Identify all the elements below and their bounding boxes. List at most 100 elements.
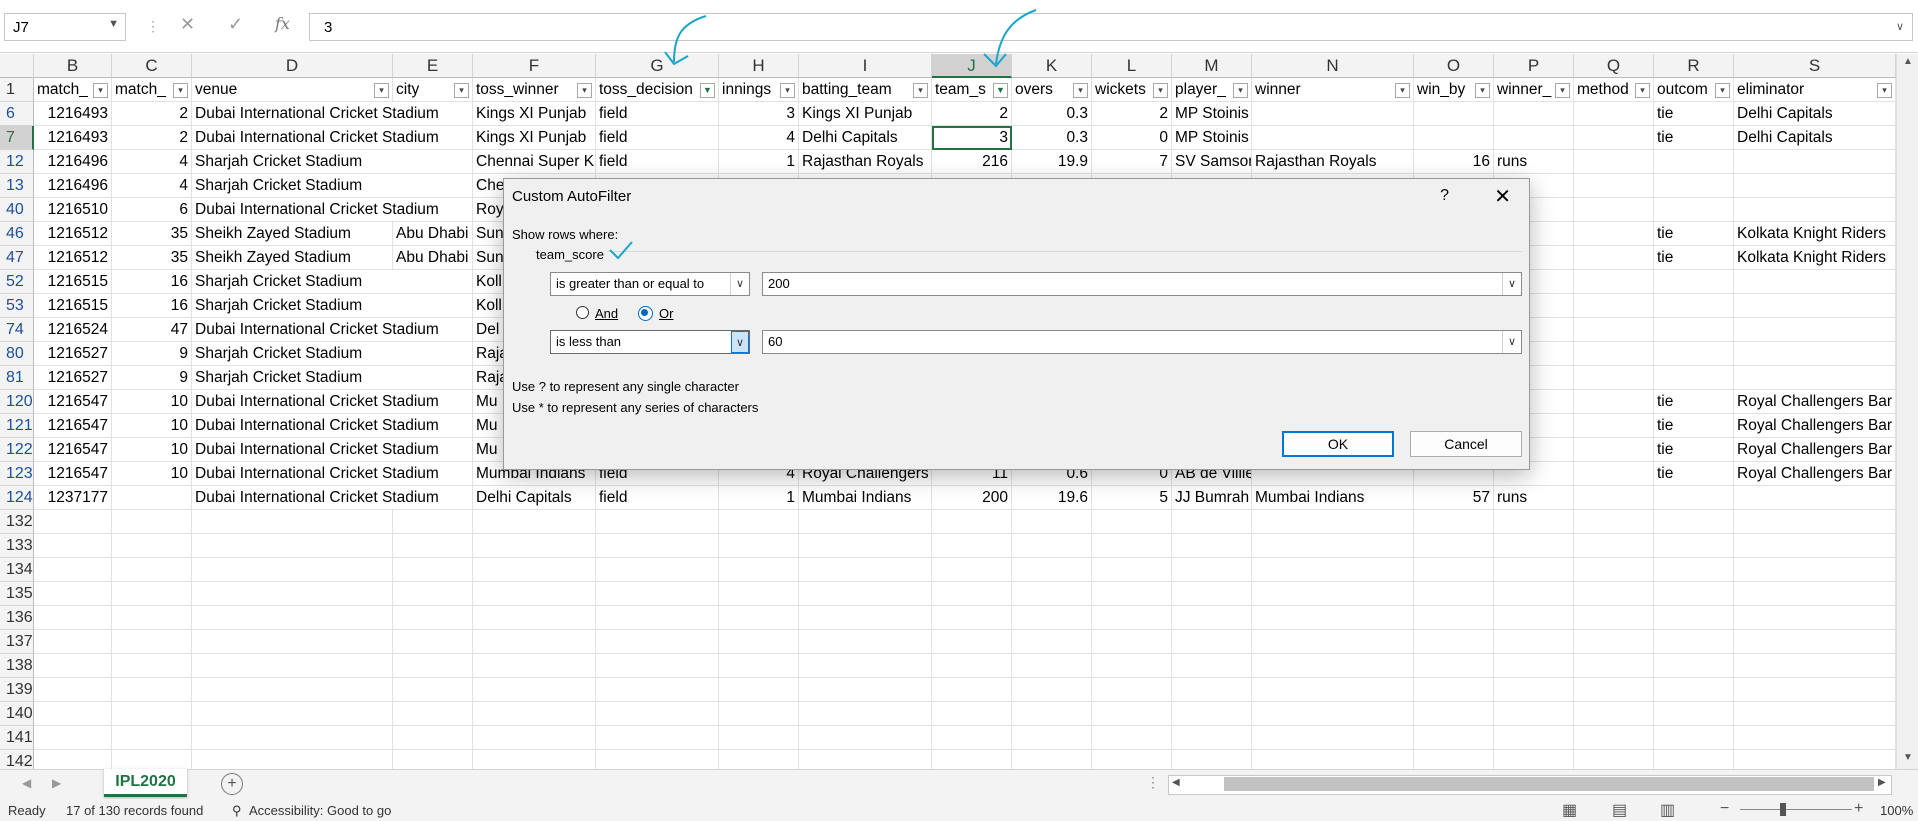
prev-sheet-icon[interactable]: ◀ bbox=[22, 776, 31, 790]
cell-l140[interactable] bbox=[1092, 702, 1172, 726]
cell-j141[interactable] bbox=[932, 726, 1012, 750]
column-header-r[interactable]: R bbox=[1654, 54, 1734, 78]
cell-q135[interactable] bbox=[1574, 582, 1654, 606]
cell-c13[interactable]: 4 bbox=[112, 174, 192, 198]
header-cell-h[interactable]: innings ▾ bbox=[719, 78, 799, 102]
row-header-122[interactable]: 122 bbox=[0, 438, 34, 462]
cell-r141[interactable] bbox=[1654, 726, 1734, 750]
cell-p124[interactable]: runs bbox=[1494, 486, 1574, 510]
cell-g135[interactable] bbox=[596, 582, 719, 606]
cell-r134[interactable] bbox=[1654, 558, 1734, 582]
ok-button[interactable]: OK bbox=[1282, 431, 1394, 457]
row-header-133[interactable]: 133 bbox=[0, 534, 34, 558]
cell-k138[interactable] bbox=[1012, 654, 1092, 678]
cell-d135[interactable] bbox=[192, 582, 393, 606]
cell-c81[interactable]: 9 bbox=[112, 366, 192, 390]
cell-d7[interactable]: Dubai International Cricket Stadium bbox=[192, 126, 473, 150]
cell-n141[interactable] bbox=[1252, 726, 1414, 750]
cell-r12[interactable] bbox=[1654, 150, 1734, 174]
cell-r138[interactable] bbox=[1654, 654, 1734, 678]
help-icon[interactable]: ? bbox=[1440, 187, 1449, 205]
cell-s53[interactable] bbox=[1734, 294, 1896, 318]
cell-l132[interactable] bbox=[1092, 510, 1172, 534]
cell-s124[interactable] bbox=[1734, 486, 1896, 510]
cell-q132[interactable] bbox=[1574, 510, 1654, 534]
column-header-m[interactable]: M bbox=[1172, 54, 1252, 78]
row-header-139[interactable]: 139 bbox=[0, 678, 34, 702]
cell-g138[interactable] bbox=[596, 654, 719, 678]
filter-dropdown-icon[interactable]: ▾ bbox=[1555, 83, 1570, 98]
cell-c122[interactable]: 10 bbox=[112, 438, 192, 462]
cell-g139[interactable] bbox=[596, 678, 719, 702]
cell-q6[interactable] bbox=[1574, 102, 1654, 126]
cell-d47[interactable]: Sheikh Zayed Stadium bbox=[192, 246, 393, 270]
cell-b132[interactable] bbox=[34, 510, 112, 534]
cell-i7[interactable]: Delhi Capitals bbox=[799, 126, 932, 150]
cell-b140[interactable] bbox=[34, 702, 112, 726]
cell-h124[interactable]: 1 bbox=[719, 486, 799, 510]
cell-b139[interactable] bbox=[34, 678, 112, 702]
header-cell-j[interactable]: team_s ▼ bbox=[932, 78, 1012, 102]
cell-c139[interactable] bbox=[112, 678, 192, 702]
cell-c124[interactable] bbox=[112, 486, 192, 510]
zoom-out-icon[interactable]: − bbox=[1720, 800, 1729, 818]
cell-b74[interactable]: 1216524 bbox=[34, 318, 112, 342]
cell-m135[interactable] bbox=[1172, 582, 1252, 606]
cell-j138[interactable] bbox=[932, 654, 1012, 678]
cell-b52[interactable]: 1216515 bbox=[34, 270, 112, 294]
cell-k7[interactable]: 0.3 bbox=[1012, 126, 1092, 150]
close-icon[interactable]: ✕ bbox=[1494, 184, 1511, 209]
cell-l141[interactable] bbox=[1092, 726, 1172, 750]
chevron-down-icon[interactable]: ∨ bbox=[730, 273, 749, 295]
page-break-icon[interactable]: ▥ bbox=[1660, 800, 1675, 820]
cell-q47[interactable] bbox=[1574, 246, 1654, 270]
cell-i133[interactable] bbox=[799, 534, 932, 558]
filter-dropdown-icon[interactable]: ▾ bbox=[1475, 83, 1490, 98]
cell-f133[interactable] bbox=[473, 534, 596, 558]
header-cell-o[interactable]: win_by ▾ bbox=[1414, 78, 1494, 102]
cell-s81[interactable] bbox=[1734, 366, 1896, 390]
cell-d122[interactable]: Dubai International Cricket Stadium bbox=[192, 438, 473, 462]
column-header-n[interactable]: N bbox=[1252, 54, 1414, 78]
cell-m134[interactable] bbox=[1172, 558, 1252, 582]
cell-o136[interactable] bbox=[1414, 606, 1494, 630]
formula-input[interactable]: 3 ∨ bbox=[309, 13, 1913, 41]
cell-b124[interactable]: 1237177 bbox=[34, 486, 112, 510]
cell-d141[interactable] bbox=[192, 726, 393, 750]
status-accessibility[interactable]: Accessibility: Good to go bbox=[249, 803, 391, 818]
cell-s40[interactable] bbox=[1734, 198, 1896, 222]
cell-k6[interactable]: 0.3 bbox=[1012, 102, 1092, 126]
cell-s132[interactable] bbox=[1734, 510, 1896, 534]
cell-i12[interactable]: Rajasthan Royals bbox=[799, 150, 932, 174]
cell-o134[interactable] bbox=[1414, 558, 1494, 582]
cell-h141[interactable] bbox=[719, 726, 799, 750]
cell-b6[interactable]: 1216493 bbox=[34, 102, 112, 126]
cell-s46[interactable]: Kolkata Knight Riders bbox=[1734, 222, 1896, 246]
cell-p7[interactable] bbox=[1494, 126, 1574, 150]
cell-s122[interactable]: Royal Challengers Bar bbox=[1734, 438, 1896, 462]
cell-b135[interactable] bbox=[34, 582, 112, 606]
cell-f136[interactable] bbox=[473, 606, 596, 630]
cell-b81[interactable]: 1216527 bbox=[34, 366, 112, 390]
cell-n6[interactable] bbox=[1252, 102, 1414, 126]
cell-l6[interactable]: 2 bbox=[1092, 102, 1172, 126]
cell-b46[interactable]: 1216512 bbox=[34, 222, 112, 246]
cell-p140[interactable] bbox=[1494, 702, 1574, 726]
cell-q141[interactable] bbox=[1574, 726, 1654, 750]
header-cell-i[interactable]: batting_team ▾ bbox=[799, 78, 932, 102]
cell-k12[interactable]: 19.9 bbox=[1012, 150, 1092, 174]
filter-active-icon[interactable]: ▼ bbox=[700, 83, 715, 98]
header-cell-k[interactable]: overs ▾ bbox=[1012, 78, 1092, 102]
cell-d136[interactable] bbox=[192, 606, 393, 630]
cell-q53[interactable] bbox=[1574, 294, 1654, 318]
cell-n139[interactable] bbox=[1252, 678, 1414, 702]
column-header-e[interactable]: E bbox=[393, 54, 473, 78]
cell-n135[interactable] bbox=[1252, 582, 1414, 606]
cell-r121[interactable]: tie bbox=[1654, 414, 1734, 438]
cell-d138[interactable] bbox=[192, 654, 393, 678]
cell-b53[interactable]: 1216515 bbox=[34, 294, 112, 318]
cell-c121[interactable]: 10 bbox=[112, 414, 192, 438]
row-header-81[interactable]: 81 bbox=[0, 366, 34, 390]
cell-c47[interactable]: 35 bbox=[112, 246, 192, 270]
cell-q124[interactable] bbox=[1574, 486, 1654, 510]
